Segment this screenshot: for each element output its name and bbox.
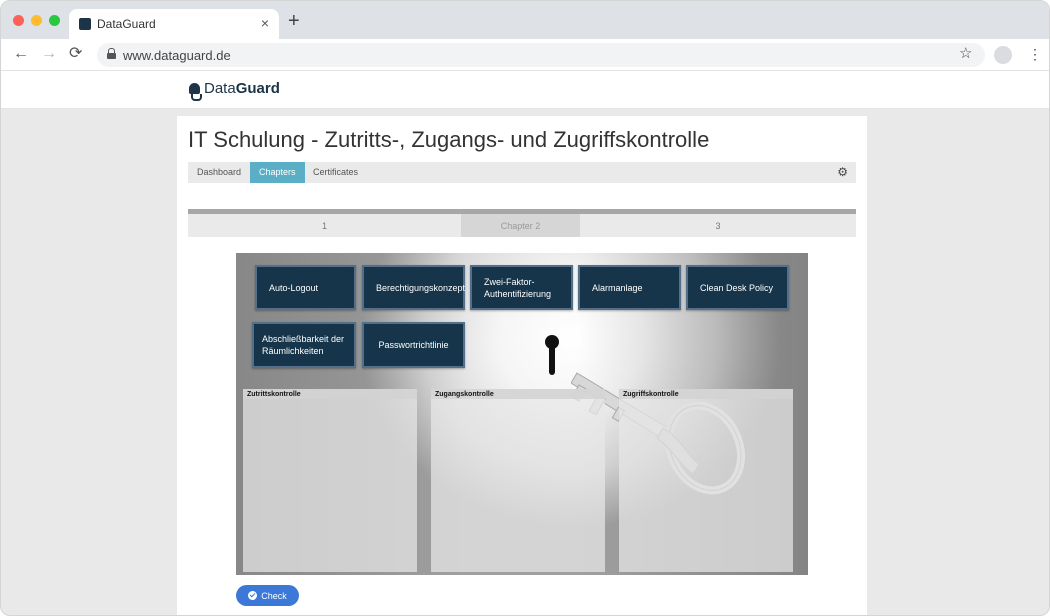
profile-avatar[interactable] [994, 46, 1012, 64]
step-3[interactable]: 3 [580, 214, 856, 237]
maximize-window-button[interactable] [49, 15, 60, 26]
check-circle-icon [248, 591, 258, 600]
site-header: DataGuard [1, 71, 1049, 109]
tab-close-icon[interactable]: × [261, 15, 269, 31]
bookmark-star-icon[interactable]: ☆ [959, 44, 972, 62]
lock-icon [107, 48, 116, 59]
drop-zone-label: Zugriffskontrolle [623, 391, 679, 398]
answer-tile-abschliessbarkeit[interactable]: Abschließbarkeit der Räumlichkeiten [252, 322, 356, 368]
dataguard-logo-icon[interactable] [189, 83, 202, 101]
sub-navigation: Dashboard Chapters Certificates ⚙ [188, 162, 856, 183]
tab-dashboard[interactable]: Dashboard [188, 162, 250, 183]
keyhole-image [545, 335, 559, 375]
browser-menu-icon[interactable]: ⋮ [1028, 45, 1042, 63]
drop-zone-label: Zutrittskontrolle [247, 391, 301, 398]
logo-text-bold: Guard [235, 80, 280, 97]
title-bar: DataGuard × + [1, 1, 1049, 39]
address-bar[interactable]: www.dataguard.de [97, 43, 985, 67]
tile-label: Alarmanlage [592, 282, 643, 293]
tab-certificates[interactable]: Certificates [304, 162, 367, 183]
answer-tile-auto-logout[interactable]: Auto-Logout [255, 265, 356, 310]
browser-toolbar: ← → ⟳ www.dataguard.de [1, 39, 1049, 71]
answer-tile-berechtigungskonzept[interactable]: Berechtigungskonzept [362, 265, 465, 310]
tile-label: Zwei-Faktor-Authentifizierung [484, 276, 552, 299]
forward-button[interactable]: → [41, 45, 57, 63]
browser-tab[interactable]: DataGuard × [69, 9, 279, 39]
drop-zone-label: Zugangskontrolle [435, 391, 494, 398]
close-window-button[interactable] [13, 15, 24, 26]
logo-text-regular: Data [204, 80, 236, 97]
minimize-window-button[interactable] [31, 15, 42, 26]
tile-label: Berechtigungskonzept [376, 282, 466, 293]
tile-label: Abschließbarkeit der Räumlichkeiten [262, 334, 345, 356]
check-button[interactable]: Check [236, 585, 299, 606]
tab-title: DataGuard [97, 17, 156, 31]
answer-tile-zwei-faktor[interactable]: Zwei-Faktor-Authentifizierung [470, 265, 573, 310]
back-button[interactable]: ← [13, 45, 29, 63]
answer-tile-passwortrichtlinie[interactable]: Passwortrichtlinie [362, 322, 465, 368]
step-1[interactable]: 1 [188, 214, 461, 237]
reload-button[interactable]: ⟳ [69, 45, 82, 63]
drop-zone-zutrittskontrolle[interactable]: Zutrittskontrolle [243, 389, 417, 572]
tile-label: Clean Desk Policy [700, 282, 774, 293]
drop-zone-zugriffskontrolle[interactable]: Zugriffskontrolle [619, 389, 793, 572]
new-tab-button[interactable]: + [288, 11, 300, 31]
answer-tile-clean-desk[interactable]: Clean Desk Policy [686, 265, 789, 310]
step-chapter-2[interactable]: Chapter 2 [461, 214, 580, 237]
browser-window: DataGuard × + ← → ⟳ www.dataguard.de ☆ ⋮… [0, 0, 1050, 616]
answer-tile-alarmanlage[interactable]: Alarmanlage [578, 265, 681, 310]
content-card: IT Schulung - Zutritts-, Zugangs- und Zu… [177, 116, 867, 615]
tile-label: Passwortrichtlinie [378, 340, 449, 350]
url-text[interactable]: www.dataguard.de [123, 48, 231, 63]
favicon-icon [79, 18, 91, 30]
drag-drop-exercise: Auto-Logout Berechtigungskonzept Zwei-Fa… [236, 253, 808, 575]
tab-chapters[interactable]: Chapters [250, 162, 305, 183]
check-button-label: Check [261, 590, 287, 601]
gear-icon[interactable]: ⚙ [837, 165, 848, 179]
page-title: IT Schulung - Zutritts-, Zugangs- und Zu… [188, 127, 710, 152]
tile-label: Auto-Logout [269, 282, 319, 293]
chapter-progress-bar: 1 Chapter 2 3 [188, 209, 856, 237]
dataguard-logo[interactable]: DataGuard [204, 80, 280, 97]
drop-zone-zugangskontrolle[interactable]: Zugangskontrolle [431, 389, 605, 572]
